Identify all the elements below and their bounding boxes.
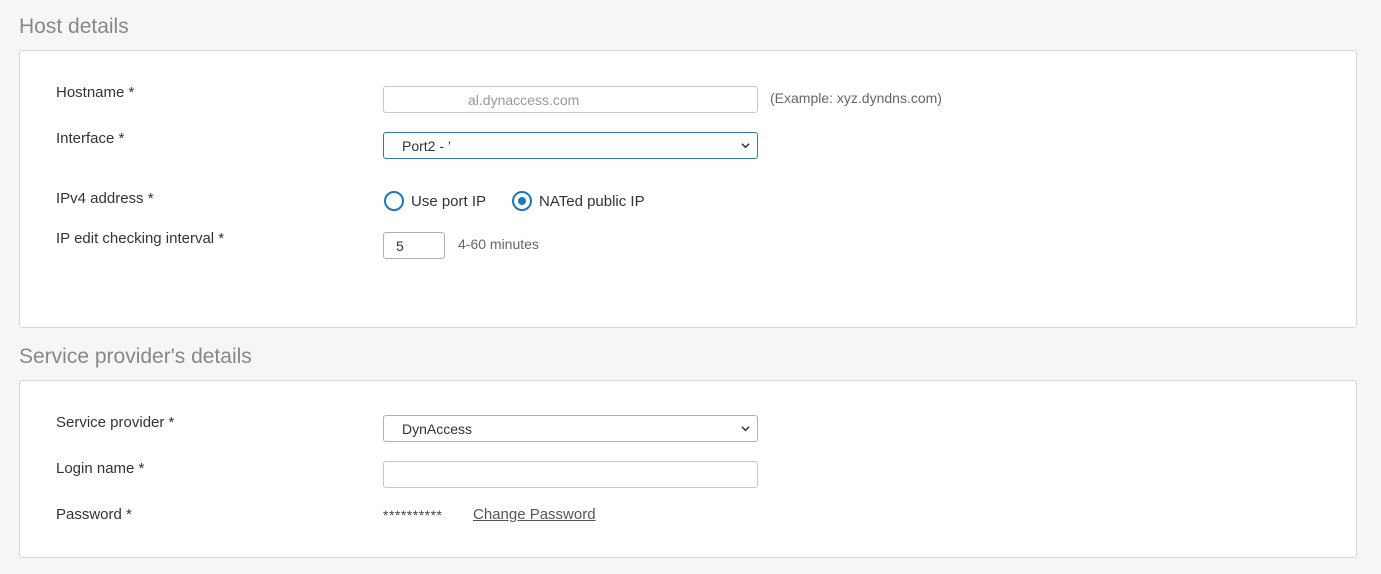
ipv4-address-label: IPv4 address * — [56, 190, 154, 207]
service-provider-label: Service provider * — [56, 414, 175, 431]
login-name-label: Login name * — [56, 460, 145, 477]
use-port-ip-radio[interactable] — [384, 191, 404, 211]
login-name-input[interactable] — [383, 461, 758, 488]
hostname-example-hint: (Example: xyz.dyndns.com) — [770, 90, 942, 106]
use-port-ip-label[interactable]: Use port IP — [411, 193, 486, 210]
password-label: Password * — [56, 506, 132, 523]
interface-selected-value: Port2 - ’ — [402, 138, 452, 154]
password-masked-value: ********** — [383, 507, 443, 523]
host-details-panel: Hostname * (Example: xyz.dyndns.com) Int… — [19, 50, 1357, 328]
service-provider-details-title: Service provider's details — [19, 345, 252, 368]
hostname-label: Hostname * — [56, 84, 135, 101]
service-provider-selected-value: DynAccess — [402, 421, 473, 437]
nated-public-ip-label[interactable]: NATed public IP — [539, 193, 645, 210]
service-provider-select[interactable]: DynAccess — [383, 415, 758, 442]
radio-selected-dot — [518, 197, 526, 205]
interval-range-hint: 4-60 minutes — [458, 236, 539, 252]
host-details-title: Host details — [19, 15, 129, 38]
chevron-down-icon — [741, 143, 750, 149]
change-password-link[interactable]: Change Password — [473, 506, 596, 523]
nated-public-ip-radio[interactable] — [512, 191, 532, 211]
hostname-input[interactable] — [383, 86, 758, 113]
ip-check-interval-label: IP edit checking interval * — [56, 230, 225, 247]
chevron-down-icon — [741, 426, 750, 432]
interface-select[interactable]: Port2 - ’ — [383, 132, 758, 159]
ip-check-interval-input[interactable] — [383, 232, 445, 259]
service-provider-panel: Service provider * DynAccess Login name … — [19, 380, 1357, 558]
interface-label: Interface * — [56, 130, 125, 147]
